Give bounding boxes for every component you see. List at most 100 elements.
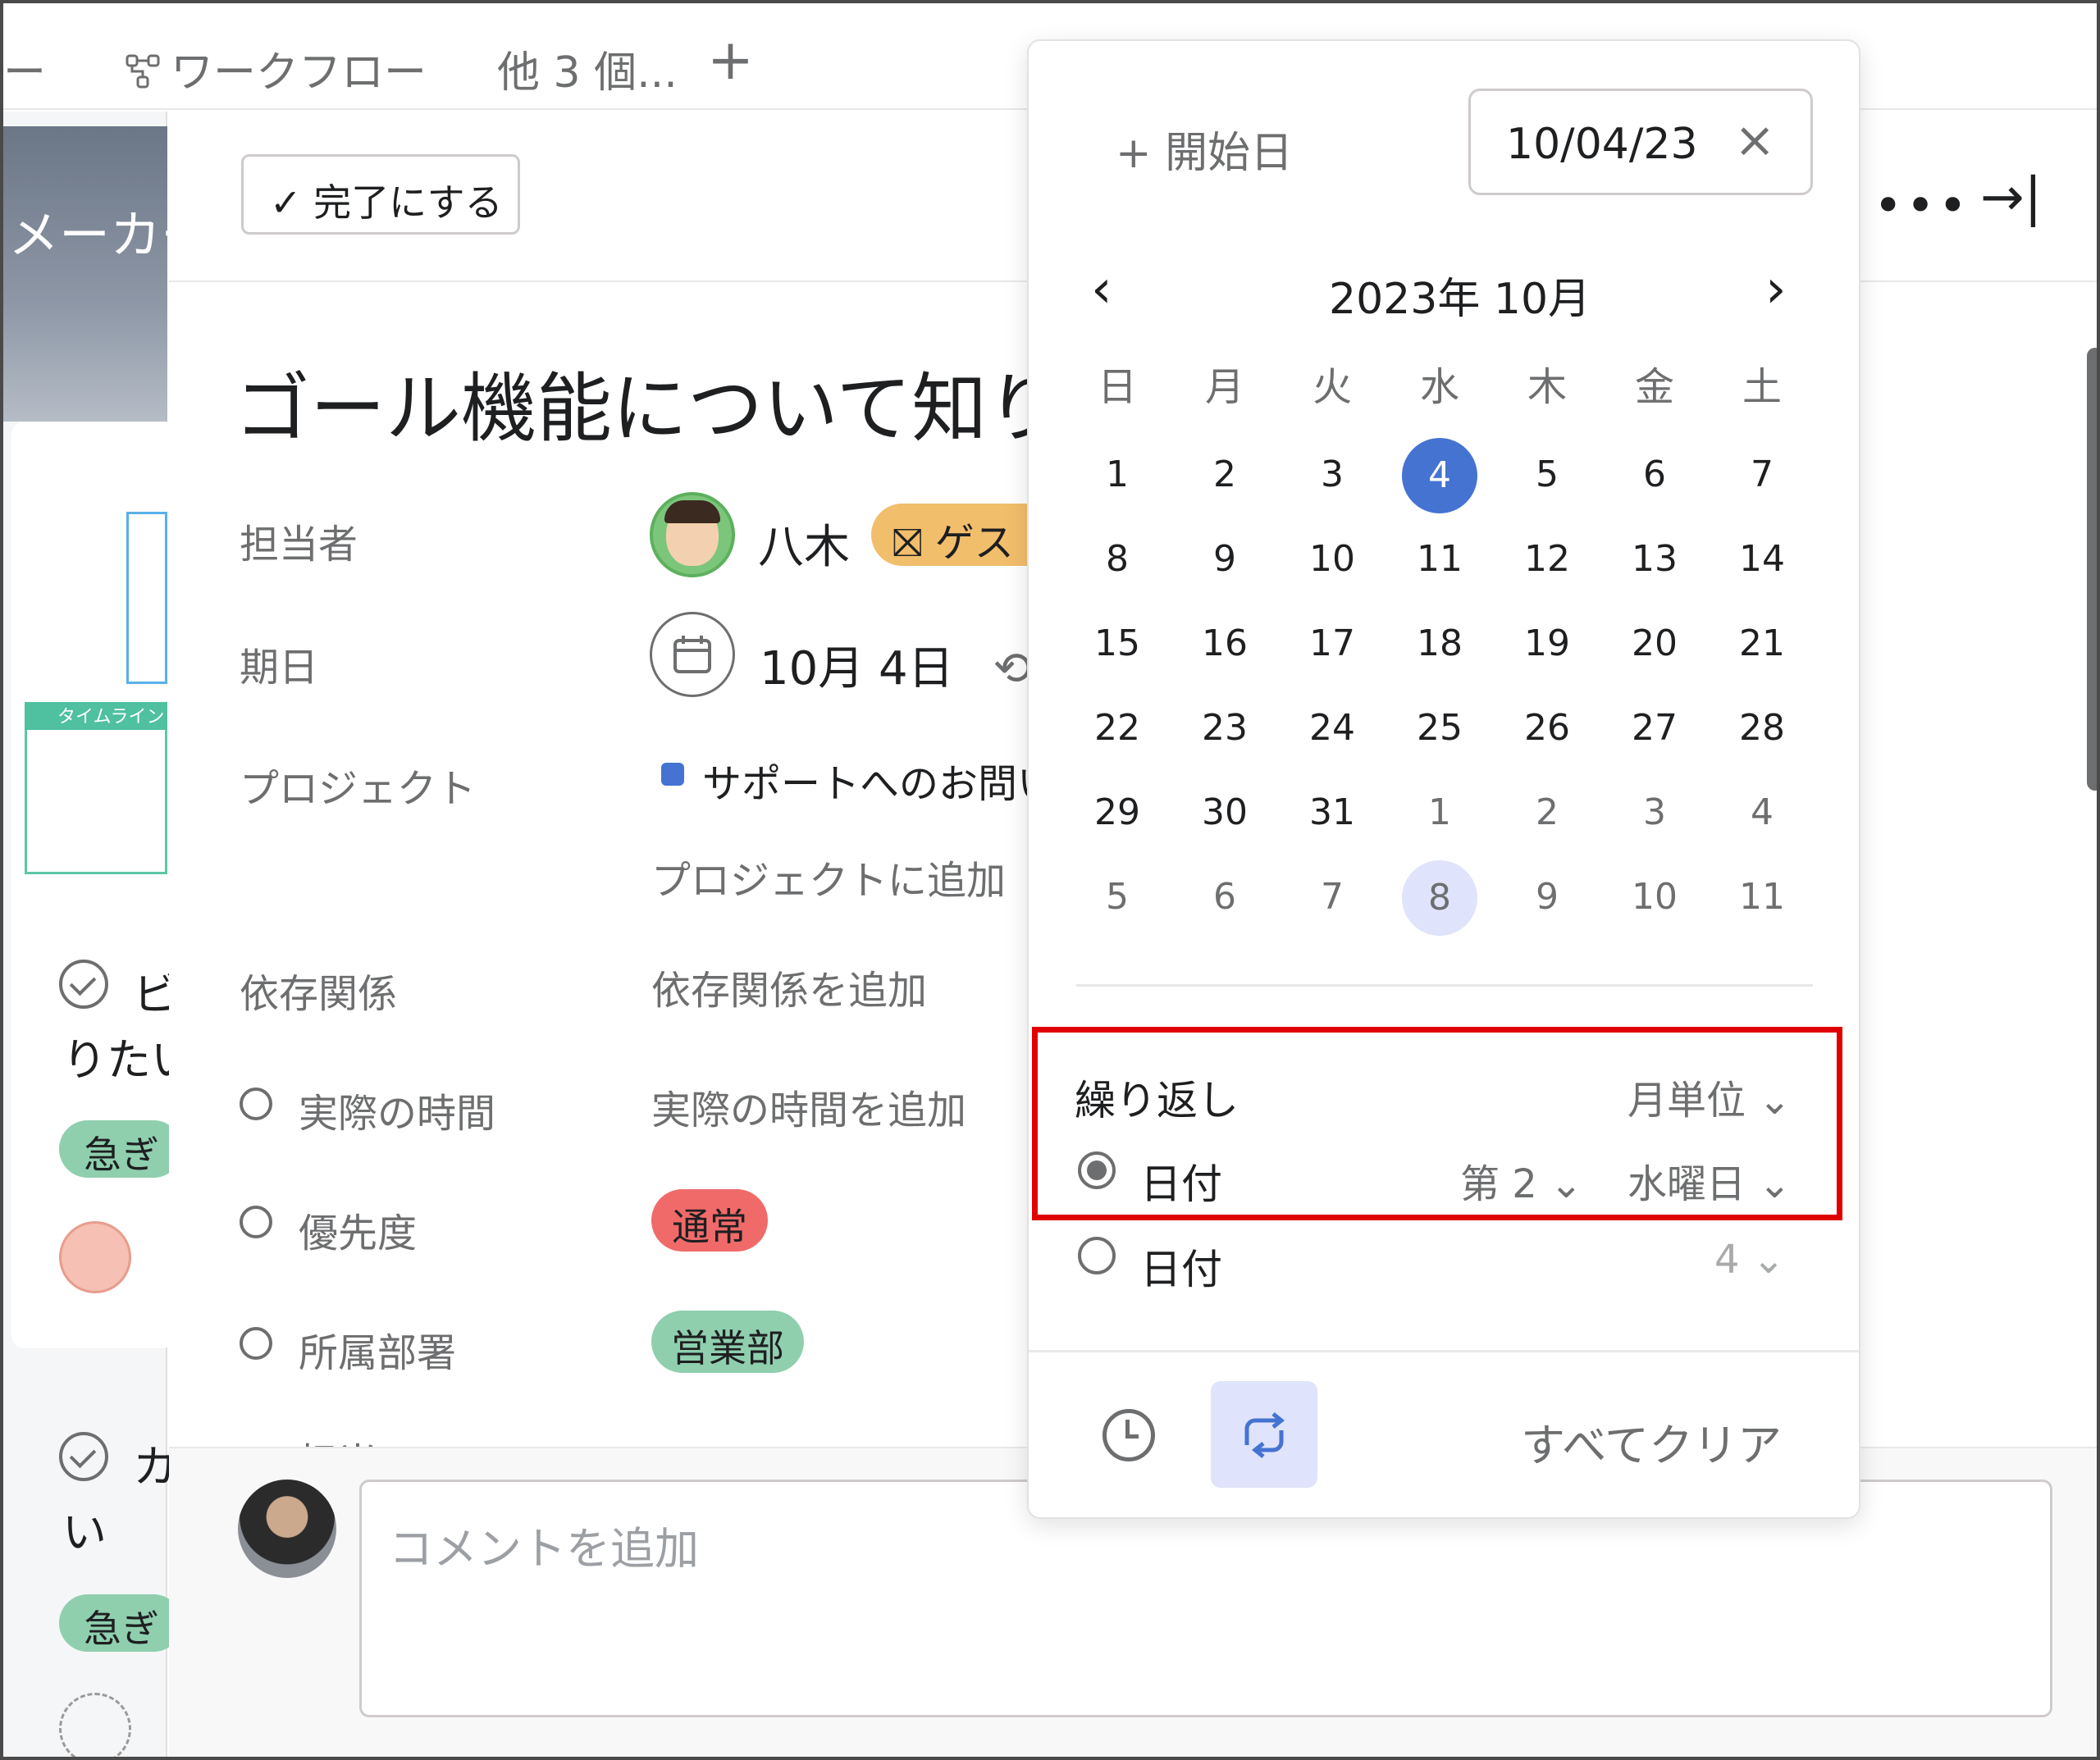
calendar-day-number: 30 xyxy=(1202,791,1248,833)
unassigned-user-icon[interactable] xyxy=(59,1693,131,1757)
comment-placeholder: コメントを追加 xyxy=(389,1523,699,1575)
calendar-day-number: 11 xyxy=(1417,538,1463,580)
scrollbar[interactable] xyxy=(2087,348,2097,791)
add-actual-time-link[interactable]: 実際の時間を追加 xyxy=(651,1078,966,1135)
calendar-day[interactable]: 12 xyxy=(1498,522,1596,596)
calendar-day[interactable]: 9 xyxy=(1498,860,1596,934)
calendar-day[interactable]: 28 xyxy=(1713,691,1811,765)
calendar-day-number: 8 xyxy=(1106,538,1129,580)
project-name[interactable]: サポートへのお問い xyxy=(702,751,1057,809)
tab-more[interactable]: 他 3 個... xyxy=(497,38,678,99)
complete-check-icon[interactable] xyxy=(59,960,108,1009)
calendar-day[interactable]: 26 xyxy=(1498,691,1596,765)
calendar-day[interactable]: 16 xyxy=(1176,607,1274,681)
project-label: プロジェクト xyxy=(240,766,477,812)
tab-partial[interactable]: ー xyxy=(3,38,46,99)
calendar-day-number: 18 xyxy=(1417,622,1463,664)
due-date-value[interactable]: 10月 4日 ⟲ xyxy=(760,632,1031,698)
calendar-day-number: 31 xyxy=(1309,791,1355,833)
calendar-day-number: 16 xyxy=(1202,622,1248,664)
calendar-day[interactable]: 29 xyxy=(1068,776,1166,850)
calendar-day-number: 17 xyxy=(1309,622,1355,664)
calendar-day-number: 22 xyxy=(1094,707,1140,749)
calendar-day[interactable]: 3 xyxy=(1605,776,1704,850)
add-to-project-link[interactable]: プロジェクトに追加 xyxy=(651,848,1006,905)
close-icon[interactable]: × xyxy=(1734,112,1775,169)
calendar-day[interactable]: 11 xyxy=(1390,522,1489,596)
calendar-day-number: 6 xyxy=(1213,876,1236,918)
task-title[interactable]: ゴール機能について知り xyxy=(235,348,1062,457)
avatar-hair xyxy=(664,500,720,523)
calendar-day[interactable]: 25 xyxy=(1390,691,1489,765)
assignee-name[interactable]: 八木 xyxy=(758,510,850,577)
calendar-day[interactable]: 6 xyxy=(1176,860,1274,934)
calendar-day-number: 5 xyxy=(1536,454,1559,495)
calendar-icon[interactable] xyxy=(650,612,735,697)
calendar-day[interactable]: 15 xyxy=(1068,607,1166,681)
calendar-day[interactable]: 23 xyxy=(1176,691,1274,765)
calendar-day[interactable]: 18 xyxy=(1390,607,1489,681)
tab-workflow[interactable]: ワークフロー xyxy=(125,38,427,100)
weekday-label: 火 xyxy=(1312,364,1352,410)
calendar-day[interactable]: 1 xyxy=(1068,438,1166,512)
calendar-day[interactable]: 19 xyxy=(1498,607,1596,681)
guest-badge: ⛝ ゲス xyxy=(871,504,1035,566)
mark-complete-button[interactable]: ✓ 完了にする xyxy=(241,154,520,235)
calendar-day[interactable]: 2 xyxy=(1176,438,1274,512)
calendar-day[interactable]: 17 xyxy=(1283,607,1381,681)
check-icon: ✓ xyxy=(270,180,314,225)
repeat-option-radio[interactable] xyxy=(1078,1237,1116,1274)
add-start-date-button[interactable]: + 開始日 xyxy=(1116,118,1293,180)
partial-field-label: 担当 xyxy=(299,1430,377,1448)
day-of-month-select[interactable]: 4 ⌄ xyxy=(1714,1237,1785,1283)
calendar-day-number: 6 xyxy=(1643,454,1666,495)
calendar-day[interactable]: 10 xyxy=(1605,860,1704,934)
department-tag[interactable]: 営業部 xyxy=(651,1311,804,1373)
calendar-day-number: 7 xyxy=(1321,876,1344,918)
calendar-day[interactable]: 1 xyxy=(1390,776,1489,850)
calendar-day[interactable]: 9 xyxy=(1176,522,1274,596)
more-options-icon[interactable]: ••• xyxy=(1874,177,1970,235)
calendar-day[interactable]: 11 xyxy=(1713,860,1811,934)
calendar-day[interactable]: 8 xyxy=(1068,522,1166,596)
clear-all-button[interactable]: すべてクリア xyxy=(1521,1409,1782,1474)
repeat-button[interactable] xyxy=(1211,1381,1317,1488)
screenshot-frame: ー ワークフロー 他 3 個... + メーカー タイムライン ビ りたい 急ぎ… xyxy=(0,0,2100,1760)
calendar-day[interactable]: 31 xyxy=(1283,776,1381,850)
weekday-label: 金 xyxy=(1634,364,1674,410)
add-dependency-link[interactable]: 依存関係を追加 xyxy=(651,958,927,1015)
calendar-day[interactable]: 4 xyxy=(1390,438,1489,513)
calendar-day[interactable]: 4 xyxy=(1713,776,1811,850)
calendar-day-number: 28 xyxy=(1739,707,1785,749)
calendar-day[interactable]: 20 xyxy=(1605,607,1704,681)
chevron-right-icon[interactable]: › xyxy=(1765,259,1787,320)
calendar-day[interactable]: 27 xyxy=(1605,691,1704,765)
calendar-day[interactable]: 5 xyxy=(1498,438,1596,512)
chevron-left-icon[interactable]: ‹ xyxy=(1091,259,1112,320)
calendar-day[interactable]: 21 xyxy=(1713,607,1811,681)
calendar-day[interactable]: 30 xyxy=(1176,776,1274,850)
calendar-day[interactable]: 24 xyxy=(1283,691,1381,765)
calendar-day[interactable]: 13 xyxy=(1605,522,1704,596)
complete-check-icon[interactable] xyxy=(59,1432,108,1481)
calendar-day[interactable]: 22 xyxy=(1068,691,1166,765)
calendar-day[interactable]: 7 xyxy=(1713,438,1811,512)
calendar-day[interactable]: 10 xyxy=(1283,522,1381,596)
calendar-day-number: 7 xyxy=(1751,454,1774,495)
calendar-day[interactable]: 6 xyxy=(1605,438,1704,512)
clock-icon[interactable] xyxy=(1102,1409,1155,1461)
calendar-day[interactable]: 8 xyxy=(1390,860,1489,936)
calendar-day[interactable]: 5 xyxy=(1068,860,1166,934)
due-date-label: 期日 xyxy=(240,645,319,691)
calendar-day-number: 20 xyxy=(1632,622,1678,664)
priority-tag[interactable]: 通常 xyxy=(651,1189,768,1252)
close-pane-icon[interactable]: →| xyxy=(1980,167,2042,228)
calendar-day[interactable]: 7 xyxy=(1283,860,1381,934)
calendar-day-number: 23 xyxy=(1202,707,1248,749)
avatar[interactable] xyxy=(59,1221,131,1293)
calendar-day[interactable]: 14 xyxy=(1713,522,1811,596)
weekday-label: 月 xyxy=(1204,364,1244,410)
calendar-day[interactable]: 2 xyxy=(1498,776,1596,850)
calendar-day[interactable]: 3 xyxy=(1283,438,1381,512)
add-tab-button[interactable]: + xyxy=(707,28,754,93)
